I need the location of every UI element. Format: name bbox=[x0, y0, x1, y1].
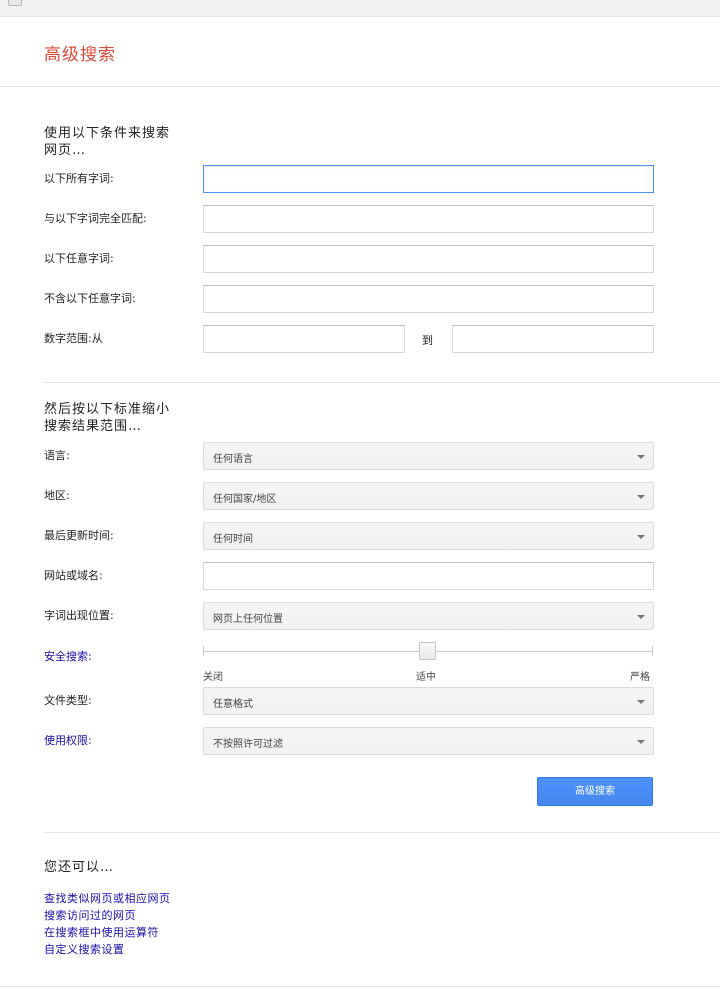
language-label: 语言: bbox=[44, 449, 70, 462]
language-select[interactable]: 任何语言 bbox=[203, 442, 654, 470]
number-range-to-input[interactable] bbox=[452, 325, 654, 353]
terms-position-selected: 网页上任何位置 bbox=[213, 614, 283, 625]
site-domain-input[interactable] bbox=[203, 562, 654, 590]
region-select[interactable]: 任何国家/地区 bbox=[203, 482, 654, 510]
last-update-select[interactable]: 任何时间 bbox=[203, 522, 654, 550]
page-title: 高级搜索 bbox=[44, 45, 116, 65]
none-words-input[interactable] bbox=[203, 285, 654, 313]
number-range-to-label: 到 bbox=[422, 334, 433, 347]
all-words-label: 以下所有字词: bbox=[44, 172, 114, 185]
dropdown-arrow-icon bbox=[637, 535, 645, 539]
folder-icon bbox=[8, 0, 22, 6]
last-update-label: 最后更新时间: bbox=[44, 529, 114, 542]
safesearch-slider-thumb[interactable] bbox=[419, 642, 436, 660]
slider-tick-right bbox=[652, 646, 653, 656]
link-similar-pages[interactable]: 查找类似网页或相应网页 bbox=[44, 890, 171, 906]
slider-tick-left bbox=[203, 646, 204, 656]
region-selected: 任何国家/地区 bbox=[213, 494, 277, 505]
file-type-label: 文件类型: bbox=[44, 694, 92, 707]
safesearch-option-moderate: 适中 bbox=[416, 672, 436, 683]
usage-rights-select[interactable]: 不按照许可过滤 bbox=[203, 727, 654, 755]
none-words-label: 不含以下任意字词: bbox=[44, 292, 136, 305]
terms-position-select[interactable]: 网页上任何位置 bbox=[203, 602, 654, 630]
terms-position-label: 字词出现位置: bbox=[44, 609, 114, 622]
more-divider bbox=[44, 832, 720, 833]
safesearch-option-strict: 严格 bbox=[630, 672, 650, 683]
advanced-search-button[interactable]: 高级搜索 bbox=[537, 777, 653, 806]
dropdown-arrow-icon bbox=[637, 455, 645, 459]
file-type-selected: 任意格式 bbox=[213, 699, 253, 710]
dropdown-arrow-icon bbox=[637, 700, 645, 704]
any-words-label: 以下任意字词: bbox=[44, 252, 114, 265]
link-search-settings[interactable]: 自定义搜索设置 bbox=[44, 941, 125, 957]
link-visited-pages[interactable]: 搜索访问过的网页 bbox=[44, 907, 136, 923]
all-words-input[interactable] bbox=[203, 165, 654, 193]
safesearch-option-off: 关闭 bbox=[203, 672, 223, 683]
language-selected: 任何语言 bbox=[213, 454, 253, 465]
link-search-operators[interactable]: 在搜索框中使用运算符 bbox=[44, 924, 159, 940]
footer-divider bbox=[0, 986, 720, 987]
safesearch-label[interactable]: 安全搜索: bbox=[44, 650, 92, 664]
exact-phrase-label: 与以下字词完全匹配: bbox=[44, 212, 147, 225]
usage-rights-label[interactable]: 使用权限: bbox=[44, 734, 92, 748]
usage-rights-selected: 不按照许可过滤 bbox=[213, 739, 283, 750]
any-words-input[interactable] bbox=[203, 245, 654, 273]
top-bar bbox=[0, 0, 720, 17]
section-divider bbox=[44, 382, 720, 383]
dropdown-arrow-icon bbox=[637, 495, 645, 499]
region-label: 地区: bbox=[44, 489, 70, 502]
dropdown-arrow-icon bbox=[637, 615, 645, 619]
more-heading: 您还可以… bbox=[44, 860, 115, 875]
dropdown-arrow-icon bbox=[637, 740, 645, 744]
header-divider bbox=[0, 86, 720, 87]
last-update-selected: 任何时间 bbox=[213, 534, 253, 545]
exact-phrase-input[interactable] bbox=[203, 205, 654, 233]
section-heading-narrow-results: 然后按以下标准缩小 搜索结果范围… bbox=[44, 402, 171, 434]
number-range-label: 数字范围:从 bbox=[44, 332, 103, 345]
site-domain-label: 网站或域名: bbox=[44, 569, 103, 582]
section-heading-find-pages: 使用以下条件来搜索 网页… bbox=[44, 126, 171, 158]
number-range-from-input[interactable] bbox=[203, 325, 405, 353]
file-type-select[interactable]: 任意格式 bbox=[203, 687, 654, 715]
